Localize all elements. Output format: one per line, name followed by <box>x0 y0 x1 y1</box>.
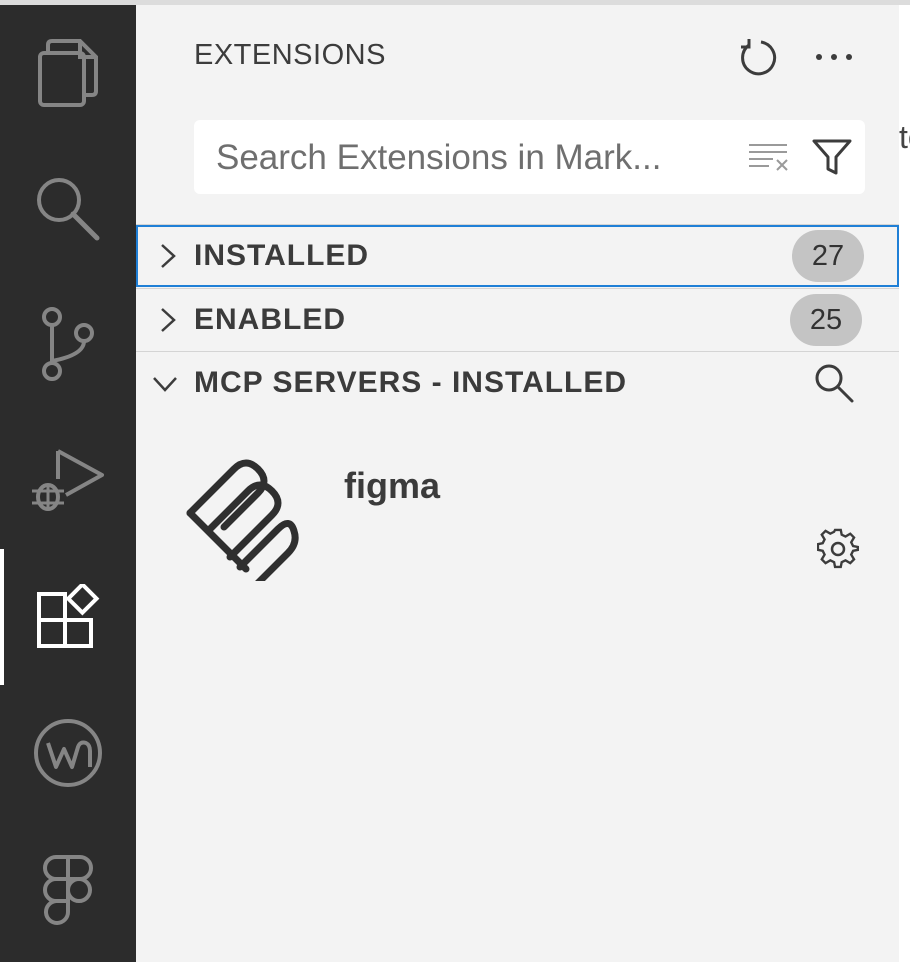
files-icon <box>38 39 98 107</box>
activity-figma[interactable] <box>0 821 136 957</box>
manage-button[interactable] <box>814 525 862 573</box>
section-enabled[interactable]: ENABLED 25 <box>136 289 899 351</box>
activity-bar <box>0 5 136 962</box>
gear-icon <box>817 528 859 569</box>
clear-search-button[interactable] <box>744 133 792 181</box>
chevron-right-icon <box>161 244 176 268</box>
mcp-server-item[interactable]: figma <box>136 435 899 595</box>
run-debug-icon <box>32 449 104 511</box>
refresh-button[interactable] <box>733 33 781 81</box>
section-mcp-servers[interactable]: MCP SERVERS - INSTALLED <box>136 352 899 414</box>
extensions-icon <box>37 584 100 648</box>
extensions-search-input[interactable] <box>214 120 718 196</box>
section-label: ENABLED <box>194 303 347 336</box>
editor-edge: te <box>899 5 910 962</box>
source-control-icon <box>42 307 94 381</box>
search-icon <box>37 178 100 241</box>
activity-search[interactable] <box>0 141 136 277</box>
more-actions-icon <box>816 54 852 60</box>
activity-wallaby[interactable] <box>0 685 136 821</box>
filter-button[interactable] <box>808 133 856 181</box>
chevron-right-icon <box>161 308 176 332</box>
section-label: INSTALLED <box>194 239 370 272</box>
chevron-down-icon <box>153 377 177 392</box>
search-icon <box>815 364 854 403</box>
more-actions-button[interactable] <box>810 33 858 81</box>
section-label: MCP SERVERS - INSTALLED <box>194 366 628 399</box>
extensions-sidebar: EXTENSIONS Search Extensions in Mark... … <box>136 5 899 962</box>
activity-explorer[interactable] <box>0 5 136 141</box>
activity-extensions[interactable] <box>0 549 136 685</box>
activity-run-debug[interactable] <box>0 413 136 549</box>
mcp-logo-container <box>182 457 306 591</box>
editor-peek-text: te <box>899 119 910 155</box>
count-badge: 25 <box>790 294 862 346</box>
clear-search-results-icon <box>749 144 788 171</box>
filter-icon <box>812 139 852 175</box>
section-installed[interactable]: INSTALLED 27 <box>136 225 899 287</box>
figma-icon <box>43 855 93 925</box>
count-badge: 27 <box>792 230 864 282</box>
wallaby-icon <box>34 719 102 787</box>
mcp-server-name: figma <box>344 465 441 506</box>
extensions-search-box <box>194 120 865 196</box>
refresh-icon <box>741 39 777 76</box>
view-title: EXTENSIONS <box>194 39 386 71</box>
mcp-search-button[interactable] <box>810 359 858 407</box>
activity-source-control[interactable] <box>0 277 136 413</box>
mcp-logo-icon <box>186 459 299 591</box>
